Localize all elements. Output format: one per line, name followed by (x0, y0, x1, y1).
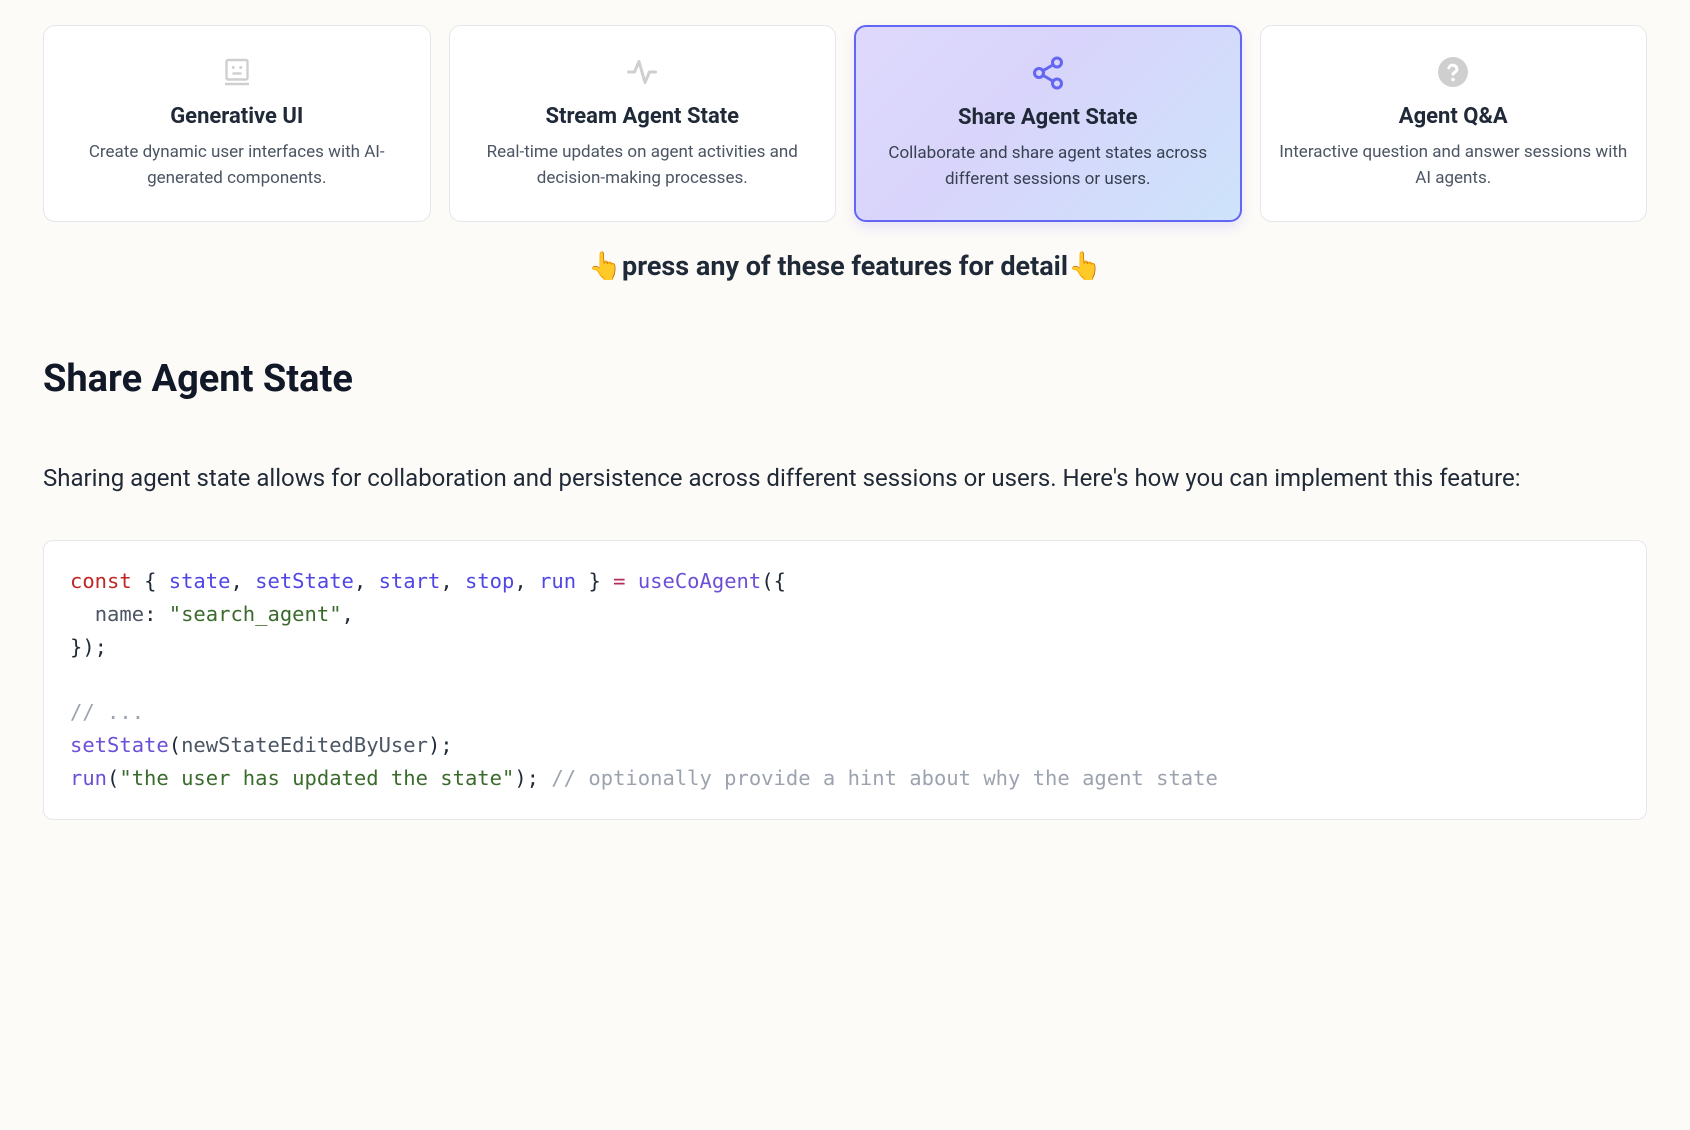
feature-card-agent-qa[interactable]: Agent Q&A Interactive question and answe… (1260, 25, 1648, 222)
code-argument: newStateEditedByUser (181, 733, 428, 757)
code-block: const { state, setState, start, stop, ru… (43, 540, 1647, 820)
feature-card-title: Stream Agent State (545, 104, 739, 130)
feature-card-description: Interactive question and answer sessions… (1279, 140, 1629, 191)
code-string: "search_agent" (169, 602, 342, 626)
feature-card-description: Create dynamic user interfaces with AI-g… (62, 140, 412, 191)
code-property: name (95, 602, 144, 626)
feature-card-description: Real-time updates on agent activities an… (468, 140, 818, 191)
code-identifier: run (539, 569, 576, 593)
feature-card-title: Generative UI (170, 104, 303, 130)
activity-icon (622, 52, 662, 92)
code-function: run (70, 766, 107, 790)
feature-cards-row: Generative UI Create dynamic user interf… (43, 25, 1647, 222)
question-icon (1433, 52, 1473, 92)
section-title: Share Agent State (43, 357, 1647, 401)
code-identifier: setState (255, 569, 354, 593)
feature-card-generative-ui[interactable]: Generative UI Create dynamic user interf… (43, 25, 431, 222)
feature-card-description: Collaborate and share agent states acros… (874, 141, 1222, 192)
feature-card-share-agent-state[interactable]: Share Agent State Collaborate and share … (854, 25, 1242, 222)
share-icon (1028, 53, 1068, 93)
code-comment: // ... (70, 700, 144, 724)
code-string: "the user has updated the state" (119, 766, 514, 790)
code-identifier: state (169, 569, 231, 593)
hint-text: 👆press any of these features for detail👆 (43, 250, 1647, 282)
feature-card-stream-agent-state[interactable]: Stream Agent State Real-time updates on … (449, 25, 837, 222)
code-pre: const { state, setState, start, stop, ru… (70, 565, 1620, 795)
feature-card-title: Agent Q&A (1399, 104, 1508, 130)
code-keyword: const (70, 569, 132, 593)
robot-icon (217, 52, 257, 92)
code-function: useCoAgent (638, 569, 761, 593)
feature-card-title: Share Agent State (958, 105, 1137, 131)
code-function: setState (70, 733, 169, 757)
code-identifier: start (379, 569, 441, 593)
section-description: Sharing agent state allows for collabora… (43, 456, 1647, 502)
code-identifier: stop (465, 569, 514, 593)
code-comment: // optionally provide a hint about why t… (551, 766, 1217, 790)
